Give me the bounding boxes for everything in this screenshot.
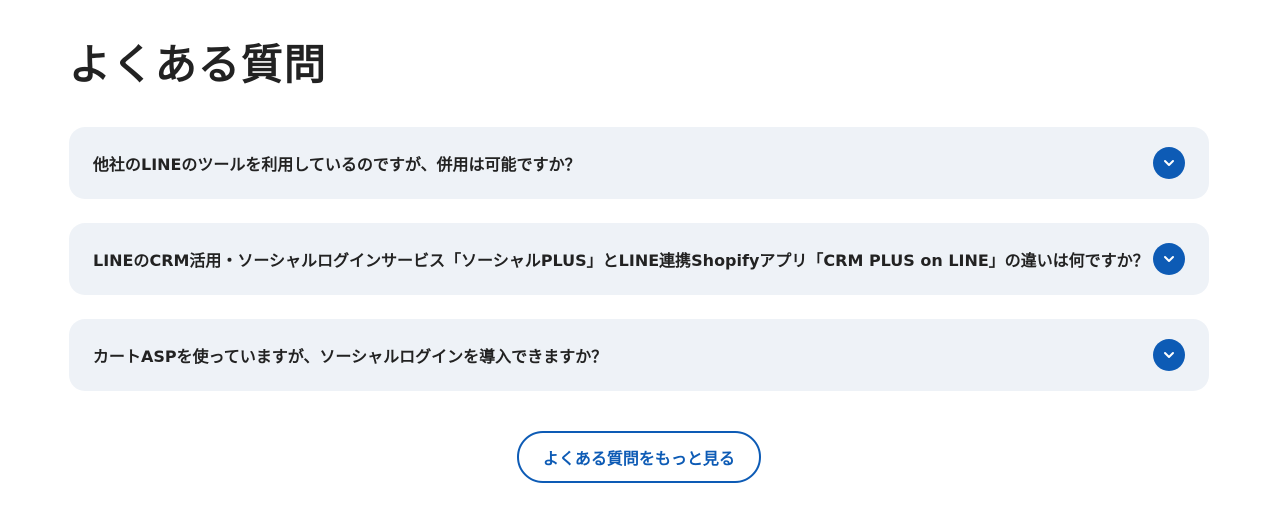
more-faq-button[interactable]: よくある質問をもっと見る [517,431,761,483]
chevron-down-icon[interactable] [1153,243,1185,275]
chevron-down-icon[interactable] [1153,339,1185,371]
faq-question: カートASPを使っていますが、ソーシャルログインを導入できますか？ [93,347,608,366]
chevron-down-icon[interactable] [1153,147,1185,179]
faq-item-2[interactable]: LINEのCRM活用・ソーシャルログインサービス「ソーシャルPLUS」とLINE… [69,223,1209,295]
faq-item-3[interactable]: カートASPを使っていますが、ソーシャルログインを導入できますか？ [69,319,1209,391]
faq-list: 他社のLINEのツールを利用しているのですが、併用は可能ですか？ LINEのCR… [69,127,1209,415]
faq-question: 他社のLINEのツールを利用しているのですが、併用は可能ですか？ [93,155,581,174]
faq-question: LINEのCRM活用・ソーシャルログインサービス「ソーシャルPLUS」とLINE… [93,251,1149,270]
page-title: よくある質問 [69,40,328,89]
faq-item-1[interactable]: 他社のLINEのツールを利用しているのですが、併用は可能ですか？ [69,127,1209,199]
